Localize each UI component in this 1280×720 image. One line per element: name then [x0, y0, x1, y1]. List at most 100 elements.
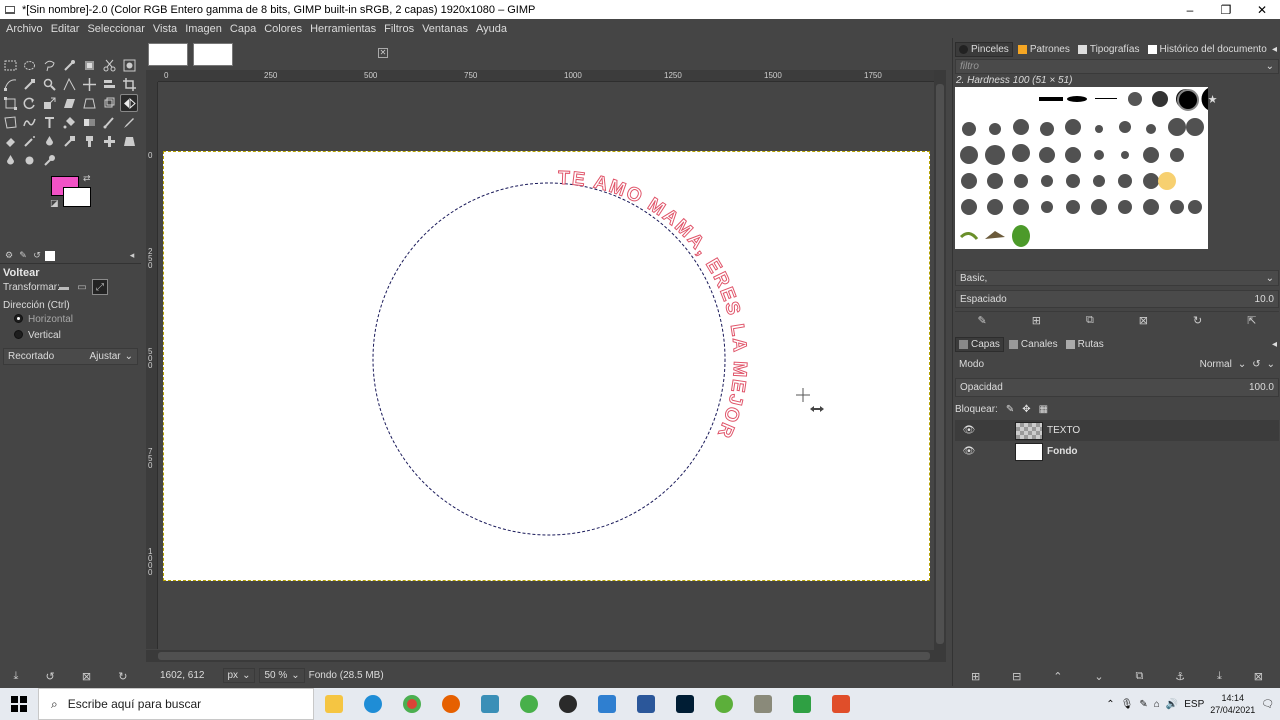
- rotate-tool-icon[interactable]: [20, 94, 38, 112]
- firefox-browser-icon[interactable]: [431, 688, 470, 720]
- paths-tool-icon[interactable]: [1, 75, 19, 93]
- images-tab-icon[interactable]: [45, 250, 55, 261]
- app-icon[interactable]: [587, 688, 626, 720]
- tab-patterns[interactable]: Patrones: [1015, 43, 1073, 56]
- app-icon[interactable]: [821, 688, 860, 720]
- dodge-burn-tool-icon[interactable]: [40, 151, 58, 169]
- crop-tool-icon[interactable]: [120, 75, 138, 93]
- app-icon[interactable]: [470, 688, 509, 720]
- delete-brush-icon[interactable]: ⊠: [1139, 314, 1148, 327]
- tool-options-tab-icon[interactable]: ⚙: [3, 250, 15, 262]
- spacing-slider[interactable]: Espaciado 10.0: [955, 290, 1279, 308]
- new-layer-icon[interactable]: ⊞: [971, 670, 980, 683]
- language-indicator[interactable]: ESP: [1184, 699, 1204, 710]
- camtasia-icon[interactable]: [782, 688, 821, 720]
- device-status-tab-icon[interactable]: ✎: [17, 250, 29, 262]
- duplicate-brush-icon[interactable]: ⧉: [1086, 314, 1094, 327]
- anchor-layer-icon[interactable]: ⚓: [1175, 670, 1185, 683]
- unit-select[interactable]: px ⌄: [222, 667, 256, 683]
- warp-transform-tool-icon[interactable]: [20, 113, 38, 131]
- close-tab-icon[interactable]: ✕: [378, 48, 388, 58]
- perspective-tool-icon[interactable]: [80, 94, 98, 112]
- delete-layer-icon[interactable]: ⊠: [1254, 670, 1263, 683]
- fuzzy-select-tool-icon[interactable]: [60, 56, 78, 74]
- align-tool-icon[interactable]: [100, 75, 118, 93]
- close-button[interactable]: ✕: [1244, 0, 1280, 19]
- airbrush-tool-icon[interactable]: [20, 132, 38, 150]
- image-tab-thumbnail-2[interactable]: [193, 43, 233, 66]
- swap-colors-icon[interactable]: ⇄: [83, 173, 91, 184]
- menu-filtros[interactable]: Filtros: [380, 23, 418, 35]
- menu-capa[interactable]: Capa: [226, 23, 260, 35]
- vertical-scroll-thumb[interactable]: [936, 84, 944, 644]
- ellipse-select-tool-icon[interactable]: [20, 56, 38, 74]
- panel-menu-icon[interactable]: ◂: [126, 250, 138, 262]
- reset-colors-icon[interactable]: ◪: [50, 198, 59, 209]
- menu-editar[interactable]: Editar: [47, 23, 84, 35]
- move-tool-icon[interactable]: [80, 75, 98, 93]
- layer-row-fondo[interactable]: 👁 Fondo: [955, 441, 1279, 462]
- foreground-select-tool-icon[interactable]: [120, 56, 138, 74]
- zoom-tool-icon[interactable]: [40, 75, 58, 93]
- tab-document-history[interactable]: Histórico del documento: [1145, 43, 1270, 56]
- lock-position-icon[interactable]: ✥: [1022, 404, 1030, 415]
- chrome-browser-icon[interactable]: [392, 688, 431, 720]
- photoshop-icon[interactable]: [665, 688, 704, 720]
- lasso-tool-icon[interactable]: [40, 56, 58, 74]
- transform-path-button[interactable]: ⤢: [92, 279, 108, 295]
- ruler-corner[interactable]: [146, 70, 158, 82]
- refresh-brushes-icon[interactable]: ↻: [1193, 314, 1202, 327]
- tab-fonts[interactable]: Tipografías: [1075, 43, 1143, 56]
- volume-icon[interactable]: 🔊: [1166, 699, 1178, 710]
- horizontal-ruler[interactable]: 0 250 500 750 1000 1250 1500 1750: [158, 70, 934, 82]
- lock-alpha-icon[interactable]: ▦: [1039, 404, 1048, 415]
- layer-row-texto[interactable]: 👁 TEXTO: [955, 420, 1279, 441]
- canvas-viewport[interactable]: TE AMO MAMA, ERES LA MEJOR: [158, 82, 934, 649]
- pen-icon[interactable]: ✎: [1139, 699, 1147, 710]
- horizontal-radio[interactable]: [14, 314, 23, 323]
- reset-tool-options-icon[interactable]: ↻: [118, 670, 127, 683]
- visibility-eye-icon[interactable]: 👁: [959, 425, 979, 436]
- notifications-icon[interactable]: 🗨: [1261, 699, 1274, 710]
- pencil-tool-icon[interactable]: [120, 113, 138, 131]
- app-icon[interactable]: [548, 688, 587, 720]
- edit-brush-icon[interactable]: ✎: [978, 314, 987, 327]
- bucket-fill-tool-icon[interactable]: [60, 113, 78, 131]
- background-color-swatch[interactable]: [63, 187, 91, 207]
- color-picker-tool-icon[interactable]: [20, 75, 38, 93]
- menu-seleccionar[interactable]: Seleccionar: [83, 23, 148, 35]
- transform-selection-button[interactable]: ▭: [74, 279, 90, 295]
- chevron-up-icon[interactable]: ⌃: [1106, 699, 1114, 710]
- gimp-taskbar-icon[interactable]: [743, 688, 782, 720]
- smudge-tool-icon[interactable]: [20, 151, 38, 169]
- minimize-button[interactable]: –: [1172, 0, 1208, 19]
- word-icon[interactable]: [626, 688, 665, 720]
- tab-paths[interactable]: Rutas: [1063, 338, 1107, 351]
- app-icon[interactable]: [509, 688, 548, 720]
- brush-preset-select[interactable]: Basic, ⌄: [955, 270, 1279, 286]
- clipping-select[interactable]: Recortado Ajustar ⌄: [3, 348, 138, 365]
- vertical-radio[interactable]: [14, 330, 23, 339]
- paintbrush-tool-icon[interactable]: [100, 113, 118, 131]
- tab-channels[interactable]: Canales: [1006, 338, 1061, 351]
- 3d-transform-tool-icon[interactable]: [100, 94, 118, 112]
- ink-tool-icon[interactable]: [40, 132, 58, 150]
- raise-layer-icon[interactable]: ⌃: [1053, 670, 1062, 683]
- delete-tool-preset-icon[interactable]: ⊠: [82, 670, 91, 683]
- scale-tool-icon[interactable]: [40, 94, 58, 112]
- gradient-tool-icon[interactable]: [80, 113, 98, 131]
- restore-tool-preset-icon[interactable]: ↺: [46, 670, 55, 683]
- file-explorer-icon[interactable]: [314, 688, 353, 720]
- zoom-select[interactable]: 50 % ⌄: [259, 667, 305, 683]
- horizontal-scrollbar[interactable]: [146, 650, 946, 662]
- duplicate-layer-icon[interactable]: ⧉: [1135, 670, 1143, 683]
- eraser-tool-icon[interactable]: [1, 132, 19, 150]
- menu-vista[interactable]: Vista: [149, 23, 181, 35]
- blur-tool-icon[interactable]: [1, 151, 19, 169]
- merge-layer-icon[interactable]: ⤓: [1217, 670, 1222, 683]
- new-brush-icon[interactable]: ⊞: [1032, 314, 1041, 327]
- menu-herramientas[interactable]: Herramientas: [306, 23, 380, 35]
- microphone-icon[interactable]: 🎙: [1121, 699, 1134, 710]
- measure-tool-icon[interactable]: [60, 75, 78, 93]
- open-as-image-icon[interactable]: ⇱: [1247, 314, 1256, 327]
